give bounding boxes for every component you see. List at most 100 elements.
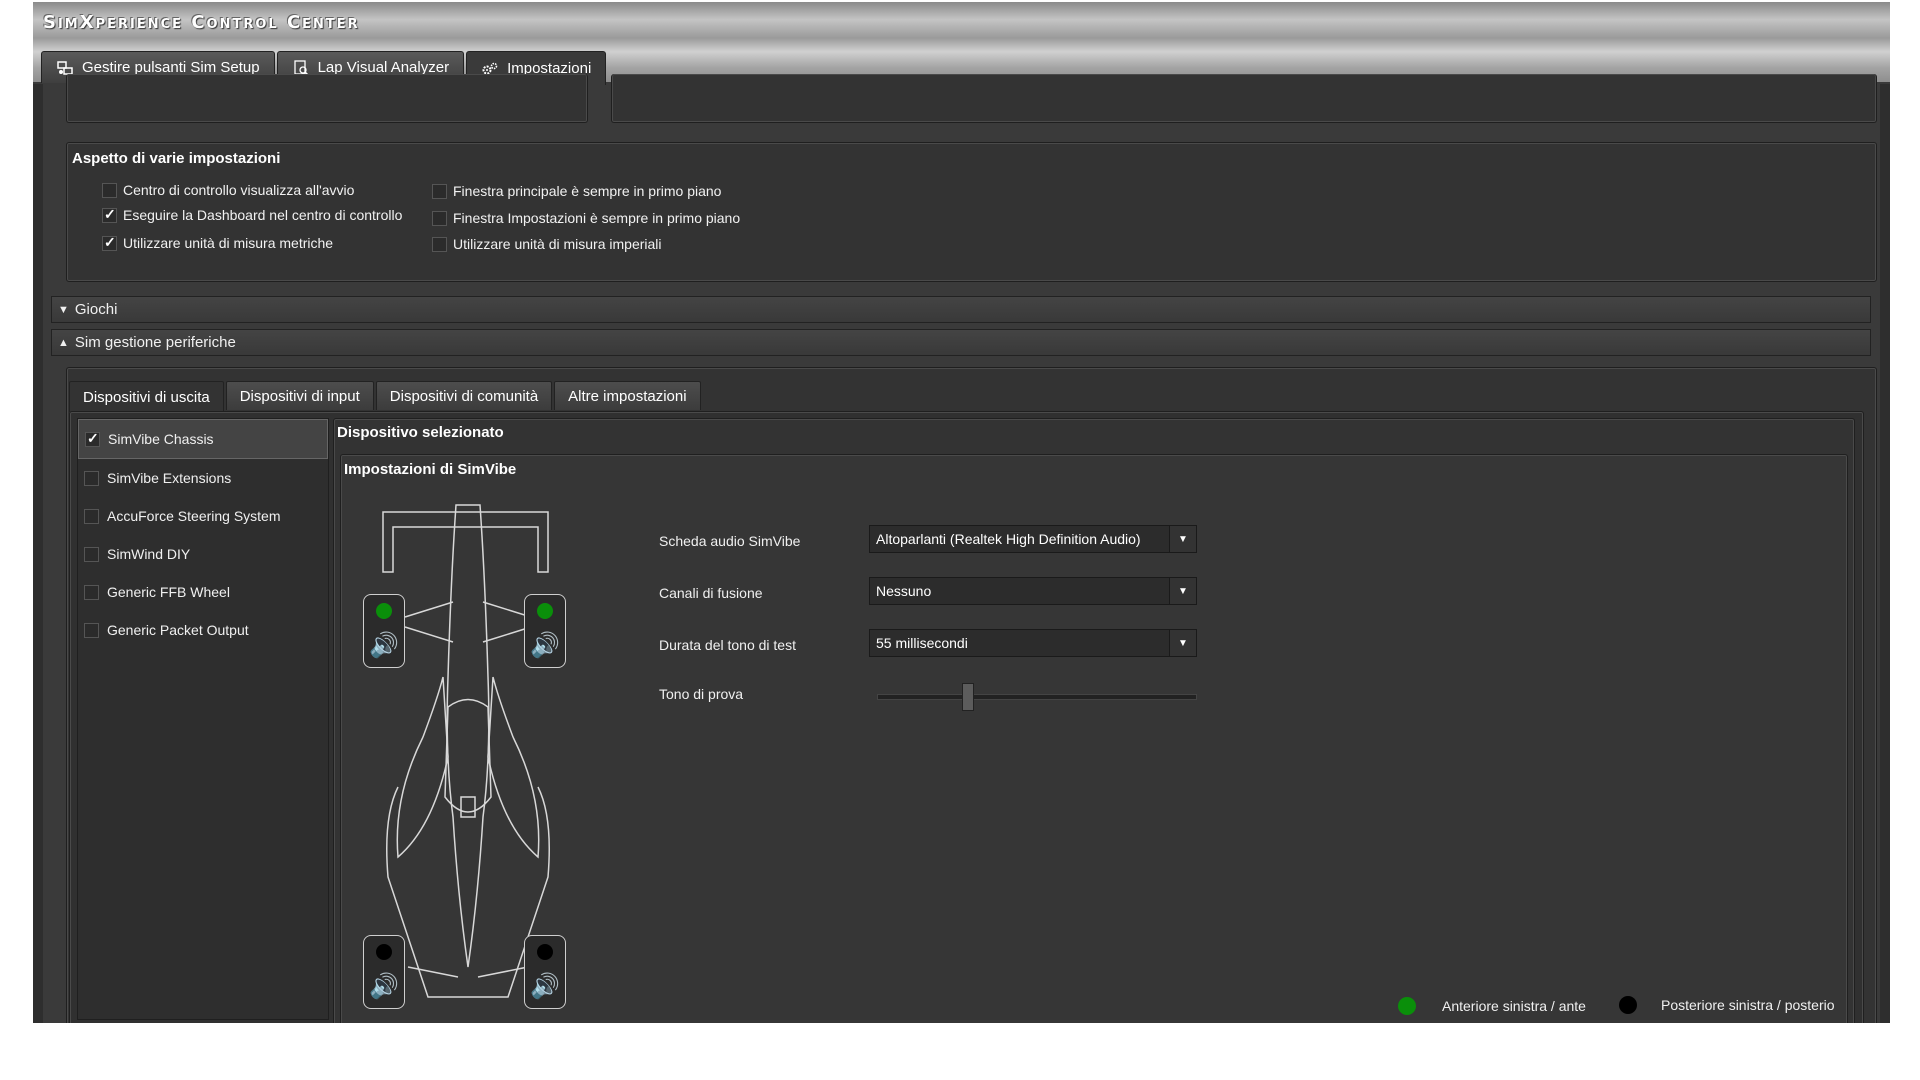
cockpit: [444, 698, 492, 813]
section-peripherals[interactable]: ▲ Sim gestione periferiche: [51, 329, 1871, 356]
speaker-icon: 🔊: [530, 973, 560, 1000]
frame-left: [33, 84, 43, 1023]
checkbox-run-dashboard[interactable]: Eseguire la Dashboard nel centro di cont…: [102, 206, 403, 223]
section-games[interactable]: ▼ Giochi: [51, 296, 1871, 323]
checkbox-main-window-on-top[interactable]: Finestra principale è sempre in primo pi…: [432, 183, 721, 199]
title-bar: SimXperience Control Center Gestire puls…: [33, 2, 1890, 85]
app-window: SimXperience Control Center Gestire puls…: [33, 2, 1890, 1023]
chevron-down-icon[interactable]: ▼: [1169, 630, 1196, 656]
checkbox-label: Finestra principale è sempre in primo pi…: [453, 183, 722, 199]
label-sound-card: Scheda audio SimVibe: [659, 533, 801, 549]
device-list: SimVibe Chassis SimVibe Extensions AccuF…: [77, 418, 329, 1020]
checkbox-settings-window-on-top[interactable]: Finestra Impostazioni è sempre in primo …: [432, 210, 740, 226]
legend-rear-label: Posteriore sinistra / posterio: [1661, 997, 1835, 1013]
checkbox-show-on-start[interactable]: Centro di controllo visualizza all'avvio: [102, 182, 354, 198]
dropdown-channels[interactable]: Nessuno ▼: [869, 577, 1197, 605]
device-item-generic-packet[interactable]: Generic Packet Output: [78, 611, 328, 649]
checkbox[interactable]: [84, 622, 99, 638]
tab-community-devices[interactable]: Dispositivi di comunità: [375, 381, 553, 410]
chevron-down-icon: ▼: [58, 303, 69, 316]
legend-dot-inactive: [1619, 996, 1637, 1014]
speaker-status-dot: [537, 944, 553, 960]
section-label: Sim gestione periferiche: [74, 334, 236, 351]
checkbox-label: Finestra Impostazioni è sempre in primo …: [453, 210, 741, 226]
checkbox-label: Utilizzare unità di misura imperiali: [453, 236, 662, 252]
chevron-down-icon[interactable]: ▼: [1169, 578, 1196, 604]
slider-thumb[interactable]: [962, 683, 974, 711]
speaker-icon: 🔊: [530, 632, 560, 659]
device-item-accuforce[interactable]: AccuForce Steering System: [78, 497, 328, 535]
checkbox[interactable]: [432, 236, 447, 252]
checkbox[interactable]: [84, 584, 99, 600]
chassis-body: [446, 504, 490, 968]
device-subtabs: Dispositivi di uscita Dispositivi di inp…: [69, 381, 703, 412]
checkbox-label: Centro di controllo visualizza all'avvio: [123, 182, 355, 198]
suspension-rear: [407, 966, 529, 978]
label-duration: Durata del tono di test: [659, 637, 796, 653]
dropdown-value: 55 millisecondi: [876, 635, 968, 651]
appearance-title: Aspetto di varie impostazioni: [72, 150, 281, 167]
frame-right: [1880, 84, 1890, 1023]
checkbox[interactable]: [84, 470, 99, 486]
legend-front: Anteriore sinistra / ante: [1398, 997, 1586, 1015]
sidepod-left: [396, 676, 449, 859]
device-label: Generic FFB Wheel: [107, 584, 230, 600]
app-title: SimXperience Control Center: [43, 12, 360, 33]
chevron-up-icon: ▲: [58, 336, 69, 349]
legend-rear: Posteriore sinistra / posterio: [1619, 996, 1835, 1014]
steering: [460, 796, 476, 818]
tab-other-settings[interactable]: Altre impostazioni: [554, 381, 701, 410]
device-item-generic-ffb[interactable]: Generic FFB Wheel: [78, 573, 328, 611]
device-item-simwind[interactable]: SimWind DIY: [78, 535, 328, 573]
selected-device-title: Dispositivo selezionato: [337, 424, 504, 441]
device-label: Generic Packet Output: [107, 622, 249, 638]
simvibe-settings-title: Impostazioni di SimVibe: [344, 461, 517, 478]
speaker-front-left[interactable]: 🔊: [363, 594, 405, 668]
device-item-simvibe-chassis[interactable]: SimVibe Chassis: [78, 419, 328, 459]
legend-dot-active: [1398, 997, 1416, 1015]
checkbox[interactable]: [102, 182, 117, 198]
device-item-simvibe-extensions[interactable]: SimVibe Extensions: [78, 459, 328, 497]
speaker-status-dot: [376, 603, 392, 619]
checkbox-imperial-units[interactable]: Utilizzare unità di misura imperiali: [432, 236, 662, 252]
label-channels: Canali di fusione: [659, 585, 763, 601]
upper-right-panel: [611, 74, 1877, 123]
dropdown-duration[interactable]: 55 millisecondi ▼: [869, 629, 1197, 657]
suspension-front: [404, 601, 532, 643]
checkbox[interactable]: [84, 546, 99, 562]
speaker-icon: 🔊: [369, 973, 399, 1000]
rear-wing: [382, 511, 549, 573]
appearance-panel: Aspetto di varie impostazioni Centro di …: [66, 142, 1877, 282]
legend-front-label: Anteriore sinistra / ante: [1442, 998, 1586, 1014]
upper-left-panel: [66, 74, 588, 123]
checkbox-metric-units[interactable]: Utilizzare unità di misura metriche: [102, 234, 334, 251]
slider-test-tone[interactable]: [877, 683, 1197, 711]
speaker-front-right[interactable]: 🔊: [524, 594, 566, 668]
speaker-icon: 🔊: [369, 632, 399, 659]
tab-input-devices[interactable]: Dispositivi di input: [225, 381, 374, 410]
checkbox[interactable]: [102, 234, 117, 251]
speaker-rear-right[interactable]: 🔊: [524, 935, 566, 1009]
dropdown-value: Altoparlanti (Realtek High Definition Au…: [876, 531, 1141, 547]
checkbox[interactable]: [432, 183, 447, 199]
device-label: SimVibe Chassis: [108, 431, 214, 447]
device-label: SimVibe Extensions: [107, 470, 232, 486]
label-test-tone: Tono di prova: [659, 686, 744, 702]
device-label: SimWind DIY: [107, 546, 191, 562]
device-label: AccuForce Steering System: [107, 508, 281, 524]
chevron-down-icon[interactable]: ▼: [1169, 526, 1196, 552]
dropdown-value: Nessuno: [876, 583, 932, 599]
sidepod-right: [487, 676, 540, 859]
checkbox[interactable]: [432, 210, 447, 226]
speaker-status-dot: [537, 603, 553, 619]
checkbox[interactable]: [84, 508, 99, 524]
checkbox-label: Eseguire la Dashboard nel centro di cont…: [123, 207, 403, 223]
speaker-status-dot: [376, 944, 392, 960]
tab-output-devices[interactable]: Dispositivi di uscita: [69, 381, 224, 412]
dropdown-sound-card[interactable]: Altoparlanti (Realtek High Definition Au…: [869, 525, 1197, 553]
speaker-rear-left[interactable]: 🔊: [363, 935, 405, 1009]
checkbox[interactable]: [102, 206, 117, 223]
checkbox[interactable]: [85, 430, 100, 447]
checkbox-label: Utilizzare unità di misura metriche: [123, 235, 334, 251]
section-label: Giochi: [74, 301, 118, 318]
